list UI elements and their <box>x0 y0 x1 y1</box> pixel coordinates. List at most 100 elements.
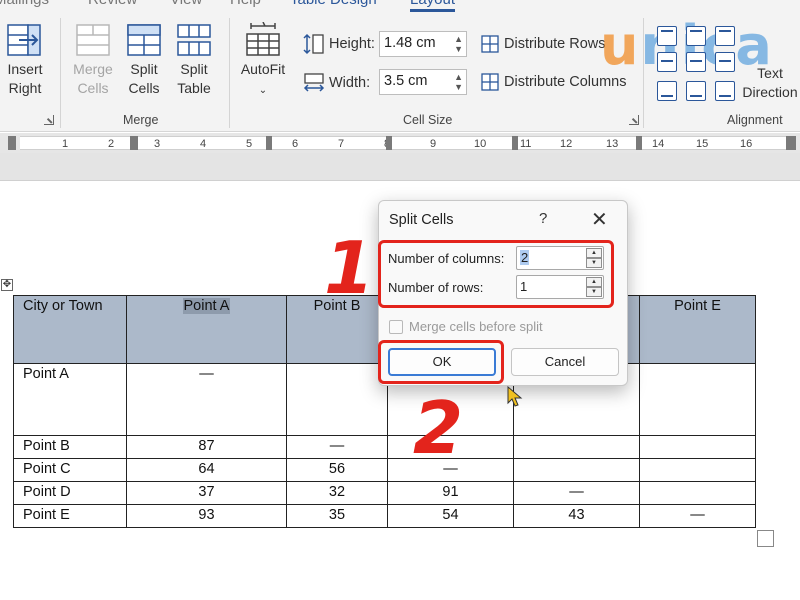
table-move-handle-icon[interactable]: ✥ <box>1 279 13 291</box>
table-row: Point E 93 35 54 43 — <box>13 504 756 528</box>
table-cell[interactable] <box>639 481 756 505</box>
table-cell[interactable]: 32 <box>286 481 388 505</box>
help-icon[interactable]: ? <box>539 210 547 227</box>
align-middle-center-icon[interactable] <box>686 52 706 72</box>
merge-cells-label-2: Cells <box>77 80 109 96</box>
autofit-label: AutoFit <box>240 61 286 77</box>
split-table-label-2: Table <box>177 80 211 96</box>
table-cell[interactable]: 35 <box>286 504 388 528</box>
table-cell[interactable]: 87 <box>126 435 287 459</box>
ruler-number: 6 <box>292 138 299 150</box>
align-middle-left-icon[interactable] <box>657 52 677 72</box>
dialog-title: Split Cells <box>389 212 454 228</box>
table-cell[interactable]: — <box>286 435 388 459</box>
insert-right-label-1: Insert <box>7 61 43 77</box>
ruler-number: 10 <box>474 138 487 150</box>
table-cell[interactable]: Point B <box>13 435 127 459</box>
merge-cells-button[interactable]: Merge Cells <box>68 24 118 98</box>
spin-arrows-icon[interactable]: ▲ ▼ <box>454 72 463 92</box>
table-cell[interactable]: Point D <box>13 481 127 505</box>
cell-size-launcher-icon[interactable] <box>629 115 639 125</box>
table-row: Point D 37 32 91 — <box>13 481 756 505</box>
tab-mailings[interactable]: Mailings <box>0 0 49 8</box>
ruler-number: 9 <box>430 138 437 150</box>
distribute-rows-button[interactable]: Distribute Rows <box>481 35 606 53</box>
ribbon: Mailings Review View Help Table Design L… <box>0 0 800 132</box>
table-row: Point B 87 — <box>13 435 756 459</box>
table-header-cell[interactable]: Point A <box>126 295 287 364</box>
align-top-center-icon[interactable] <box>686 26 706 46</box>
ruler-indent-marker[interactable] <box>130 136 138 150</box>
table-resize-handle[interactable] <box>757 530 774 547</box>
table-cell[interactable] <box>639 458 756 482</box>
cell-size-group-label: Cell Size <box>403 113 453 127</box>
split-cells-label-2: Cells <box>128 80 160 96</box>
split-table-button[interactable]: Split Table <box>172 24 216 98</box>
align-top-right-icon[interactable] <box>715 26 735 46</box>
table-cell[interactable]: Point E <box>13 504 127 528</box>
width-value: 3.5 cm <box>384 73 428 89</box>
ruler-number: 15 <box>696 138 709 150</box>
mouse-cursor-icon <box>507 386 523 407</box>
insert-right-button[interactable]: Insert Right <box>2 24 48 98</box>
ruler-number: 4 <box>200 138 207 150</box>
table-header-cell[interactable]: Point E <box>639 295 756 364</box>
table-cell[interactable] <box>639 363 756 436</box>
tab-layout[interactable]: Layout <box>410 0 456 12</box>
ruler-column-marker[interactable] <box>386 136 392 150</box>
align-middle-right-icon[interactable] <box>715 52 735 72</box>
align-top-left-icon[interactable] <box>657 26 677 46</box>
merge-before-split-option[interactable]: Merge cells before split <box>389 319 543 334</box>
tab-review[interactable]: Review <box>88 0 137 8</box>
chevron-down-icon: ⌄ <box>258 85 268 96</box>
alignment-group-label: Alignment <box>727 113 783 127</box>
ruler-column-marker[interactable] <box>636 136 642 150</box>
table-cell[interactable]: — <box>126 363 287 436</box>
table-cell[interactable]: 93 <box>126 504 287 528</box>
ruler-number: 3 <box>154 138 161 150</box>
tab-table-design[interactable]: Table Design <box>290 0 377 8</box>
ruler-column-marker[interactable] <box>512 136 518 150</box>
table-cell[interactable]: — <box>513 481 640 505</box>
tab-view[interactable]: View <box>170 0 202 8</box>
align-bottom-left-icon[interactable] <box>657 81 677 101</box>
table-cell[interactable] <box>286 363 388 436</box>
split-cells-button[interactable]: Split Cells <box>122 24 166 98</box>
group-separator <box>229 18 230 128</box>
table-cell[interactable] <box>513 458 640 482</box>
width-input[interactable]: 3.5 cm ▲ ▼ <box>379 69 467 95</box>
split-table-icon <box>177 24 211 56</box>
tab-help[interactable]: Help <box>230 0 261 8</box>
merge-before-split-checkbox[interactable] <box>389 319 403 334</box>
table-cell[interactable]: Point C <box>13 458 127 482</box>
table-cell[interactable]: 56 <box>286 458 388 482</box>
split-table-label-1: Split <box>180 61 208 77</box>
close-icon[interactable]: ✕ <box>591 207 608 232</box>
table-cell[interactable]: 43 <box>513 504 640 528</box>
align-bottom-right-icon[interactable] <box>715 81 735 101</box>
table-cell[interactable]: 64 <box>126 458 287 482</box>
table-header-cell[interactable]: City or Town <box>13 295 127 364</box>
cancel-button[interactable]: Cancel <box>511 348 619 376</box>
ruler-number: 14 <box>652 138 665 150</box>
text-direction-button[interactable]: Text Direction <box>738 64 800 102</box>
table-cell[interactable]: 37 <box>126 481 287 505</box>
annotation-step-2: 2 <box>413 386 464 470</box>
table-cell[interactable]: Point A <box>13 363 127 436</box>
height-input[interactable]: 1.48 cm ▲ ▼ <box>379 31 467 57</box>
table-cell[interactable]: 91 <box>387 481 514 505</box>
ruler-column-marker[interactable] <box>266 136 272 150</box>
align-bottom-center-icon[interactable] <box>686 81 706 101</box>
spin-arrows-icon[interactable]: ▲ ▼ <box>454 34 463 54</box>
table-cell[interactable] <box>639 435 756 459</box>
rows-columns-launcher-icon[interactable] <box>44 115 54 125</box>
height-row: Height: <box>303 33 375 55</box>
table-row: Point C 64 56 — <box>13 458 756 482</box>
table-cell[interactable]: — <box>639 504 756 528</box>
table-cell[interactable]: 54 <box>387 504 514 528</box>
table-cell[interactable] <box>513 435 640 459</box>
ruler-right-marker[interactable] <box>786 136 796 150</box>
ruler-margin-marker[interactable] <box>8 136 16 150</box>
page-top-gap <box>0 153 800 181</box>
autofit-button[interactable]: AutoFit ⌄ <box>236 22 290 100</box>
